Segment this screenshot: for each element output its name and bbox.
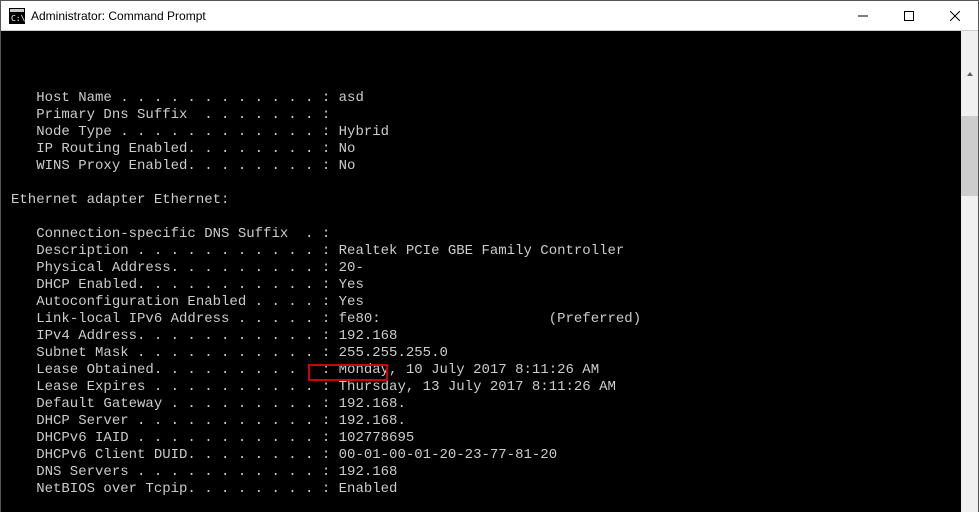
close-button[interactable] — [932, 1, 978, 31]
terminal-line: NetBIOS over Tcpip. . . . . . . . : Enab… — [11, 481, 978, 498]
maximize-button[interactable] — [886, 1, 932, 31]
terminal-line: Subnet Mask . . . . . . . . . . . : 255.… — [11, 345, 978, 362]
terminal-line: Lease Obtained. . . . . . . . . . : Mond… — [11, 362, 978, 379]
terminal-line: Physical Address. . . . . . . . . : 20- — [11, 260, 978, 277]
svg-text:C:\: C:\ — [11, 14, 25, 23]
scroll-track[interactable] — [961, 116, 978, 512]
cmd-icon: C:\ — [9, 8, 25, 24]
terminal-line: Description . . . . . . . . . . . : Real… — [11, 243, 978, 260]
terminal-line: Link-local IPv6 Address . . . . . : fe80… — [11, 311, 978, 328]
terminal-line: Ethernet adapter Ethernet: — [11, 192, 978, 209]
terminal-line — [11, 73, 978, 90]
vertical-scrollbar[interactable] — [961, 31, 978, 512]
terminal-line: WINS Proxy Enabled. . . . . . . . : No — [11, 158, 978, 175]
terminal-line: Node Type . . . . . . . . . . . . : Hybr… — [11, 124, 978, 141]
terminal-lines: Host Name . . . . . . . . . . . . : asd … — [11, 73, 978, 512]
minimize-button[interactable] — [840, 1, 886, 31]
window-title: Administrator: Command Prompt — [31, 9, 206, 23]
terminal-line: Lease Expires . . . . . . . . . . : Thur… — [11, 379, 978, 396]
terminal-line: DHCP Server . . . . . . . . . . . : 192.… — [11, 413, 978, 430]
terminal-line: DHCPv6 IAID . . . . . . . . . . . : 1027… — [11, 430, 978, 447]
terminal-line: DNS Servers . . . . . . . . . . . : 192.… — [11, 464, 978, 481]
terminal-line: Host Name . . . . . . . . . . . . : asd — [11, 90, 978, 107]
terminal-line: Primary Dns Suffix . . . . . . . : — [11, 107, 978, 124]
terminal-line: DHCPv6 Client DUID. . . . . . . . : 00-0… — [11, 447, 978, 464]
scroll-thumb[interactable] — [961, 116, 978, 196]
scroll-up-arrow[interactable] — [961, 65, 978, 82]
terminal-line — [11, 498, 978, 512]
terminal-output[interactable]: Host Name . . . . . . . . . . . . : asd … — [1, 31, 978, 512]
terminal-line: Connection-specific DNS Suffix . : — [11, 226, 978, 243]
terminal-line: Autoconfiguration Enabled . . . . : Yes — [11, 294, 978, 311]
window-titlebar: C:\ Administrator: Command Prompt — [1, 1, 978, 31]
terminal-line: IPv4 Address. . . . . . . . . . . : 192.… — [11, 328, 978, 345]
terminal-line: Default Gateway . . . . . . . . . : 192.… — [11, 396, 978, 413]
terminal-line: DHCP Enabled. . . . . . . . . . . : Yes — [11, 277, 978, 294]
terminal-line — [11, 209, 978, 226]
terminal-line: IP Routing Enabled. . . . . . . . : No — [11, 141, 978, 158]
terminal-line — [11, 175, 978, 192]
